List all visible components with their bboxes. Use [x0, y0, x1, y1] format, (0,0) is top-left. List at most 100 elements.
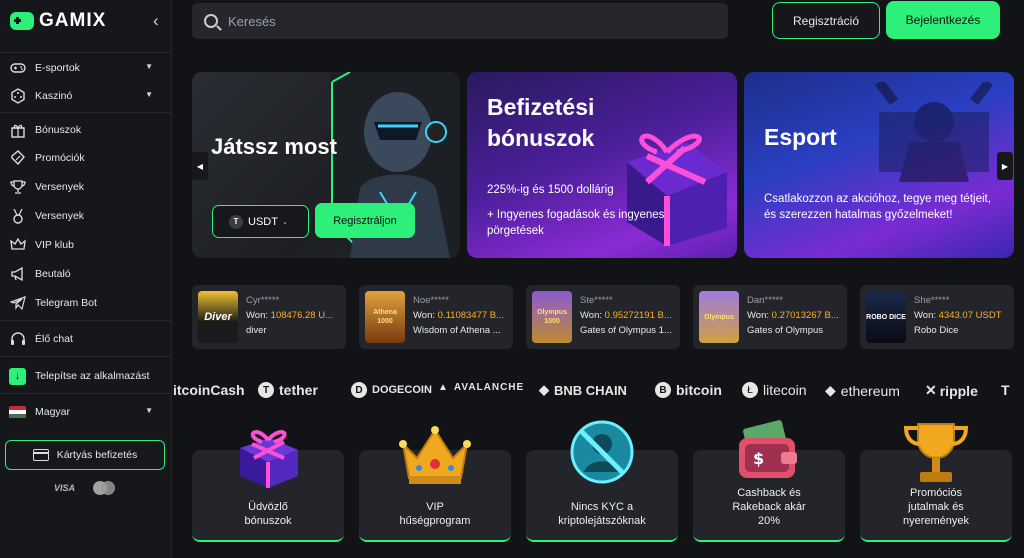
thumb-text: Athena 1000: [373, 309, 397, 325]
register-cta-button[interactable]: Regisztráljon: [315, 203, 415, 238]
game-name: Wisdom of Athena ...: [413, 325, 501, 336]
sidebar-item-promotions[interactable]: Promóciók: [9, 148, 161, 168]
game-name: diver: [246, 325, 267, 336]
label-line: kriptolejátszóknak: [558, 515, 646, 527]
crypto-logo-strip: itcoinCash Ttether D DOGECOIN ▲ AVALANCHE …: [173, 376, 1024, 406]
register-button[interactable]: Regisztráció: [772, 2, 880, 39]
crypto-label: AVALANCHE: [453, 382, 525, 393]
amount-value: 4343.07 USDT: [938, 310, 1002, 321]
install-app-button[interactable]: ↓ Telepítse az alkalmazást: [9, 366, 161, 386]
ethereum-logo: ◆ ethereum: [825, 382, 900, 399]
sidebar-item-vip[interactable]: VIP klub: [9, 235, 161, 255]
dice-icon: [9, 88, 26, 105]
litecoin-logo: Łlitecoin: [742, 382, 807, 398]
banner-text: + Ingyenes fogadások és ingyenes pörgeté…: [487, 209, 665, 237]
win-amount: Won: 0.27013267 B...: [747, 310, 843, 321]
chevron-left-icon[interactable]: ‹: [153, 11, 159, 31]
mastercard-logo: [93, 481, 116, 495]
banner-esport[interactable]: Esport Csatlakozzon az akcióhoz, tegye m…: [744, 72, 1014, 258]
divider: [0, 320, 171, 321]
sidebar-item-tournaments[interactable]: Versenyek: [9, 177, 161, 197]
game-name: Gates of Olympus 1...: [580, 325, 672, 336]
won-label: Won:: [580, 310, 603, 321]
sidebar-item-label: E-sportok: [35, 62, 80, 74]
won-label: Won:: [246, 310, 269, 321]
svg-text:$: $: [753, 449, 764, 468]
win-card[interactable]: Athena 1000 Noe***** Won: 0.11083477 B..…: [359, 285, 513, 349]
language-label: Magyar: [35, 406, 71, 418]
live-chat-button[interactable]: Élő chat: [9, 329, 161, 349]
chevron-down-icon: ⌄: [281, 218, 288, 226]
caret-down-icon: ▼: [145, 62, 153, 71]
label-line: Rakeback akár: [732, 501, 806, 513]
crypto-label: bitcoin: [676, 382, 722, 398]
win-card[interactable]: Diver Cyr***** Won: 108476.28 U... diver: [192, 285, 346, 349]
won-label: Won:: [413, 310, 436, 321]
card-deposit-button[interactable]: Kártyás befizetés: [5, 440, 165, 470]
sidebar-item-competitions[interactable]: Versenyek: [9, 206, 161, 226]
won-label: Won:: [747, 310, 770, 321]
megaphone-icon: [9, 266, 26, 283]
label-line: VIP: [426, 501, 444, 513]
amount-value: 108476.28 U...: [270, 310, 333, 321]
login-button[interactable]: Bejelentkezés: [886, 1, 1000, 39]
game-thumbnail: ROBO DICE: [866, 291, 906, 343]
gift-box-icon: [240, 430, 298, 488]
sidebar-item-label: Versenyek: [35, 210, 85, 222]
litecoin-icon: Ł: [742, 382, 758, 398]
visa-logo: VISA: [54, 483, 76, 493]
thumb-text: Diver: [204, 310, 232, 323]
dogecoin-icon: D: [351, 382, 367, 398]
banner-deposit-bonus[interactable]: Befizetési bónuszok 225%-ig és 1500 doll…: [467, 72, 737, 258]
winner-name: Dan*****: [747, 295, 783, 306]
sidebar-item-telegram[interactable]: Telegram Bot: [9, 293, 161, 313]
win-card[interactable]: Olympus 1000 Ste***** Won: 0.95272191 B.…: [526, 285, 680, 349]
label-line: 20%: [757, 515, 781, 527]
currency-value: USDT: [248, 215, 278, 228]
banner-title-line: Befizetési: [487, 94, 595, 120]
search-input[interactable]: [228, 13, 708, 29]
sidebar-item-esports[interactable]: E-sportok ▼: [9, 58, 161, 78]
tether-icon: T: [258, 382, 274, 398]
carousel-next-button[interactable]: ▶: [997, 152, 1013, 180]
sidebar-item-label: Promóciók: [35, 152, 85, 164]
bitcoin-logo: Bbitcoin: [655, 382, 722, 398]
bnb-chain-logo: ◆ BNB CHAIN: [539, 382, 627, 398]
sidebar-item-casino[interactable]: Kaszinó ▼: [9, 86, 161, 106]
wallet-icon: $: [739, 420, 797, 478]
sidebar-item-label: Kaszinó: [35, 90, 73, 102]
amount-value: 0.27013267 B...: [771, 310, 839, 321]
game-name: Gates of Olympus: [747, 325, 824, 336]
live-chat-label: Élő chat: [35, 333, 73, 345]
carousel-prev-button[interactable]: ◀: [192, 152, 208, 180]
search-bar[interactable]: [192, 3, 728, 39]
banner-title: Játssz most: [211, 134, 337, 159]
banner-text: 225%-ig és 1500 dollárig: [487, 184, 614, 196]
crown-icon: [9, 237, 26, 254]
tether-icon: T: [229, 214, 243, 229]
thumb-text: Olympus: [704, 313, 734, 321]
amount-value: 0.95272191 B...: [604, 310, 672, 321]
sidebar-item-referral[interactable]: Beutaló: [9, 264, 161, 284]
currency-select[interactable]: T USDT ⌄: [212, 205, 309, 238]
sidebar-item-label: Versenyek: [35, 181, 85, 193]
hungary-flag-icon: [9, 405, 26, 419]
thumb-text: ROBO DICE: [866, 313, 906, 321]
won-label: Won:: [914, 310, 937, 321]
avalanche-logo: ▲ AVALANCHE: [438, 382, 524, 393]
divider: [0, 393, 171, 394]
winner-name: Ste*****: [580, 295, 613, 306]
game-thumbnail: Olympus: [699, 291, 739, 343]
sidebar-item-label: VIP klub: [35, 239, 74, 251]
win-amount: Won: 0.11083477 B...: [413, 310, 509, 321]
banner-play-now[interactable]: Játssz most T USDT ⌄ Regisztráljon: [192, 72, 460, 258]
divider: [0, 112, 171, 113]
no-kyc-icon: [570, 420, 634, 484]
language-selector[interactable]: Magyar ▼: [9, 402, 161, 422]
win-card[interactable]: ROBO DICE She***** Won: 4343.07 USDT Rob…: [860, 285, 1014, 349]
sidebar-item-bonuses[interactable]: Bónuszok: [9, 120, 161, 140]
logo[interactable]: GAMIX: [10, 10, 106, 32]
bnb-icon: ◆: [539, 382, 549, 397]
win-card[interactable]: Olympus Dan***** Won: 0.27013267 B... Ga…: [693, 285, 847, 349]
win-amount: Won: 108476.28 U...: [246, 310, 342, 321]
